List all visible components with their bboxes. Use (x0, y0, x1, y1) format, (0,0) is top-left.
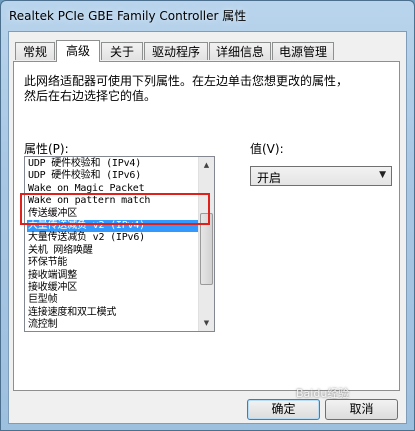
list-item[interactable]: 流控制 (27, 319, 199, 331)
list-item[interactable]: 巨型帧 (27, 294, 199, 306)
list-item[interactable]: 接收端调整 (27, 270, 199, 282)
description-line-2: 然后在右边选择它的值。 (24, 89, 157, 103)
property-label: 属性(P): (24, 142, 69, 156)
advanced-tab-panel: 此网络适配器可使用下列属性。在左边单击您想更改的属性， 然后在右边选择它的值。 … (13, 61, 400, 391)
list-item[interactable]: 传送缓冲区 (27, 208, 199, 220)
list-item[interactable]: UDP 硬件校验和 (IPv6) (27, 170, 199, 182)
tab-details[interactable]: 详细信息 (209, 42, 271, 60)
tab-driver[interactable]: 驱动程序 (144, 42, 208, 60)
dialog-client-area: 常规 高级 关于 驱动程序 详细信息 电源管理 此网络适配器可使用下列属性。在左… (8, 31, 407, 424)
list-item[interactable]: Wake on Magic Packet (27, 183, 199, 195)
list-item[interactable]: Wake on pattern match (27, 195, 199, 207)
list-item[interactable]: 连接速度和双工模式 (27, 307, 199, 319)
cancel-button[interactable]: 取消 (325, 399, 398, 420)
property-list: UDP 硬件校验和 (IPv4) UDP 硬件校验和 (IPv6) Wake o… (27, 158, 199, 331)
scrollbar-thumb[interactable] (200, 213, 213, 285)
watermark: Baidu经验 (296, 387, 350, 400)
scroll-down-arrow-icon[interactable]: ▼ (199, 315, 214, 331)
list-item[interactable]: 大量传送减负 v2 (IPv6) (27, 232, 199, 244)
panel-description: 此网络适配器可使用下列属性。在左边单击您想更改的属性， 然后在右边选择它的值。 (24, 74, 384, 104)
list-item[interactable]: UDP 硬件校验和 (IPv4) (27, 158, 199, 170)
value-dropdown[interactable]: 开启 ▼ (250, 166, 392, 186)
window-title: Realtek PCIe GBE Family Controller 属性 (9, 9, 247, 23)
tab-about[interactable]: 关于 (101, 42, 143, 60)
tab-power-management[interactable]: 电源管理 (272, 42, 334, 60)
value-label: 值(V): (250, 142, 284, 156)
tab-advanced[interactable]: 高级 (56, 40, 100, 62)
list-item[interactable]: 关机 网络唤醒 (27, 245, 199, 257)
properties-dialog: Realtek PCIe GBE Family Controller 属性 常规… (0, 0, 415, 431)
dropdown-selected-value: 开启 (257, 171, 282, 185)
list-item[interactable]: 环保节能 (27, 257, 199, 269)
listbox-scrollbar[interactable]: ▲ ▼ (198, 157, 214, 331)
property-listbox[interactable]: UDP 硬件校验和 (IPv4) UDP 硬件校验和 (IPv6) Wake o… (24, 156, 215, 332)
description-line-1: 此网络适配器可使用下列属性。在左边单击您想更改的属性， (24, 74, 349, 88)
scroll-up-arrow-icon[interactable]: ▲ (199, 157, 214, 173)
ok-button[interactable]: 确定 (247, 399, 320, 420)
chevron-down-icon: ▼ (379, 170, 386, 180)
tab-general[interactable]: 常规 (15, 42, 55, 60)
list-item[interactable]: 接收缓冲区 (27, 282, 199, 294)
list-item-selected[interactable]: 大量传送减负 v2 (IPv4) (27, 219, 199, 233)
